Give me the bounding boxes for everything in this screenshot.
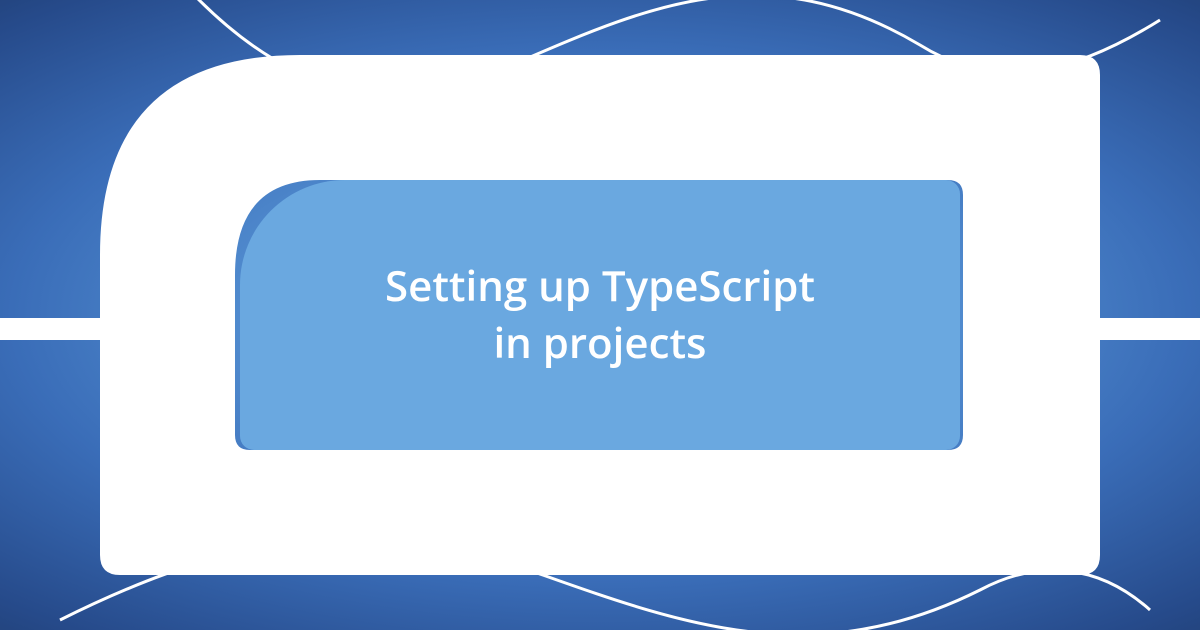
title-line-1: Setting up TypeScript <box>385 257 815 314</box>
card-title: Setting up TypeScript in projects <box>345 258 855 371</box>
title-line-2: in projects <box>493 314 706 371</box>
title-panel: Setting up TypeScript in projects <box>240 180 960 450</box>
horizontal-accent-left <box>0 318 100 340</box>
horizontal-accent-right <box>1100 318 1200 340</box>
